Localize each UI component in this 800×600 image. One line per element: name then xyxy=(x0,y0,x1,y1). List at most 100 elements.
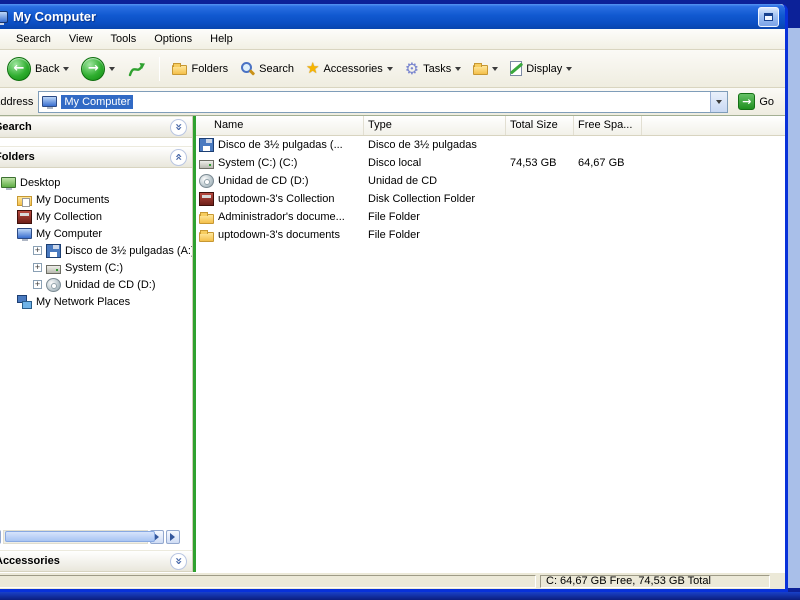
tree-item-label: Disco de 3½ pulgadas (A:) xyxy=(65,245,192,257)
address-dropdown-button[interactable] xyxy=(710,92,727,112)
tree-item-label: My Documents xyxy=(36,194,109,206)
tree-item-my-network-places[interactable]: My Network Places xyxy=(0,293,192,310)
scrollbar-thumb[interactable] xyxy=(5,531,155,542)
explorer-window: My Computer Search View Tools Options He… xyxy=(0,4,788,592)
accessories-panel-header[interactable]: Accessories xyxy=(0,550,192,572)
undo-button[interactable] xyxy=(121,57,153,81)
item-type: File Folder xyxy=(364,229,506,241)
window-content: Search Folders Desktop My Doc xyxy=(0,116,785,572)
column-header-total-size[interactable]: Total Size xyxy=(506,116,574,135)
go-button[interactable]: Go xyxy=(733,91,779,112)
title-bar[interactable]: My Computer xyxy=(0,4,785,29)
folders-label: Folders xyxy=(191,63,228,75)
restore-button[interactable] xyxy=(758,7,779,27)
floppy-icon xyxy=(199,138,214,152)
tree-item-system-c[interactable]: + System (C:) xyxy=(0,259,192,276)
menu-help[interactable]: Help xyxy=(201,30,242,48)
accessories-dropdown-icon xyxy=(387,67,393,74)
column-header-type[interactable]: Type xyxy=(364,116,506,135)
back-button[interactable]: Back xyxy=(1,54,75,84)
views-folder-icon xyxy=(473,65,488,75)
my-computer-icon xyxy=(17,228,32,239)
tree-item-my-documents[interactable]: My Documents xyxy=(0,191,192,208)
drive-icon xyxy=(199,160,214,169)
column-header-free-space[interactable]: Free Spa... xyxy=(574,116,642,135)
list-item-cd-d[interactable]: Unidad de CD (D:) Unidad de CD xyxy=(196,172,785,190)
folders-tree: Desktop My Documents My Collection My Co… xyxy=(0,168,192,530)
tasks-dropdown-icon xyxy=(455,67,461,74)
address-combo[interactable]: My Computer xyxy=(38,91,728,113)
views-button[interactable] xyxy=(467,59,504,78)
address-bar: Address My Computer Go xyxy=(0,88,785,116)
item-total-size: 74,53 GB xyxy=(506,157,574,169)
undo-squiggle-icon xyxy=(127,60,147,78)
list-item-uptodown-documents[interactable]: uptodown-3's documents File Folder xyxy=(196,226,785,244)
folders-panel-collapse-button[interactable] xyxy=(170,149,187,166)
toolbar-separator xyxy=(159,57,160,81)
search-panel-header[interactable]: Search xyxy=(0,116,192,138)
menu-options[interactable]: Options xyxy=(145,30,201,48)
item-type: Unidad de CD xyxy=(364,175,506,187)
triangle-right-icon xyxy=(154,533,163,541)
list-item-system-c[interactable]: System (C:) (C:) Disco local 74,53 GB 64… xyxy=(196,154,785,172)
tree-expander[interactable]: + xyxy=(33,263,42,272)
tree-horizontal-scrollbar[interactable] xyxy=(0,530,180,544)
restore-icon xyxy=(764,13,773,21)
back-arrow-icon xyxy=(7,57,31,81)
search-button[interactable]: Search xyxy=(234,58,300,79)
column-header-name[interactable]: Name xyxy=(196,116,364,135)
search-panel-title: Search xyxy=(0,121,32,133)
accessories-panel-collapse-button[interactable] xyxy=(170,553,187,570)
collection-icon xyxy=(17,210,32,224)
page-pencil-icon xyxy=(510,61,522,76)
cd-icon xyxy=(46,278,61,292)
tree-item-label: System (C:) xyxy=(65,262,123,274)
double-chevron-up-icon xyxy=(175,151,183,163)
list-column-headers: Name Type Total Size Free Spa... xyxy=(196,116,785,136)
search-panel-collapse-button[interactable] xyxy=(170,119,187,136)
list-body: Disco de 3½ pulgadas (... Disco de 3½ pu… xyxy=(196,136,785,572)
gear-icon xyxy=(405,61,419,77)
tree-item-label: Desktop xyxy=(20,177,60,189)
sidebar-expand-button[interactable] xyxy=(166,530,180,544)
tasks-button[interactable]: Tasks xyxy=(399,58,467,80)
list-item-floppy[interactable]: Disco de 3½ pulgadas (... Disco de 3½ pu… xyxy=(196,136,785,154)
folders-panel-header[interactable]: Folders xyxy=(0,146,192,168)
back-dropdown-icon xyxy=(63,67,69,74)
tasks-label: Tasks xyxy=(423,63,451,75)
display-dropdown-icon xyxy=(566,67,572,74)
list-item-collection[interactable]: uptodown-3's Collection Disk Collection … xyxy=(196,190,785,208)
window-my-computer-icon xyxy=(0,11,8,23)
menu-view[interactable]: View xyxy=(60,30,102,48)
tree-item-my-collection[interactable]: My Collection xyxy=(0,208,192,225)
collection-icon xyxy=(199,192,214,206)
accessories-button[interactable]: Accessories xyxy=(300,58,399,79)
desktop-icon xyxy=(1,177,16,188)
folders-panel-title: Folders xyxy=(0,151,35,163)
tree-item-label: My Network Places xyxy=(36,296,130,308)
status-panel-left xyxy=(0,575,536,588)
display-button[interactable]: Display xyxy=(504,58,578,79)
tree-expander[interactable]: + xyxy=(33,280,42,289)
tree-item-label: Unidad de CD (D:) xyxy=(65,279,155,291)
tree-item-floppy-a[interactable]: + Disco de 3½ pulgadas (A:) xyxy=(0,242,192,259)
tree-item-desktop[interactable]: Desktop xyxy=(0,174,192,191)
item-name: Unidad de CD (D:) xyxy=(218,175,308,187)
list-item-administrador-documents[interactable]: Administrador's docume... File Folder xyxy=(196,208,785,226)
scrollbar-track[interactable] xyxy=(3,530,148,544)
forward-button[interactable] xyxy=(75,54,121,84)
menu-tools[interactable]: Tools xyxy=(102,30,146,48)
tree-expander[interactable]: + xyxy=(33,246,42,255)
menu-search[interactable]: Search xyxy=(7,30,60,48)
item-type: File Folder xyxy=(364,211,506,223)
tree-item-my-computer[interactable]: My Computer xyxy=(0,225,192,242)
scroll-left-button[interactable] xyxy=(0,530,1,544)
tree-item-cd-d[interactable]: + Unidad de CD (D:) xyxy=(0,276,192,293)
status-bar: C: 64,67 GB Free, 74,53 GB Total xyxy=(0,572,785,589)
folders-icon xyxy=(172,65,187,75)
folders-button[interactable]: Folders xyxy=(166,59,234,78)
item-type: Disk Collection Folder xyxy=(364,193,506,205)
my-computer-icon xyxy=(42,96,57,107)
address-value[interactable]: My Computer xyxy=(61,95,133,109)
item-type: Disco local xyxy=(364,157,506,169)
